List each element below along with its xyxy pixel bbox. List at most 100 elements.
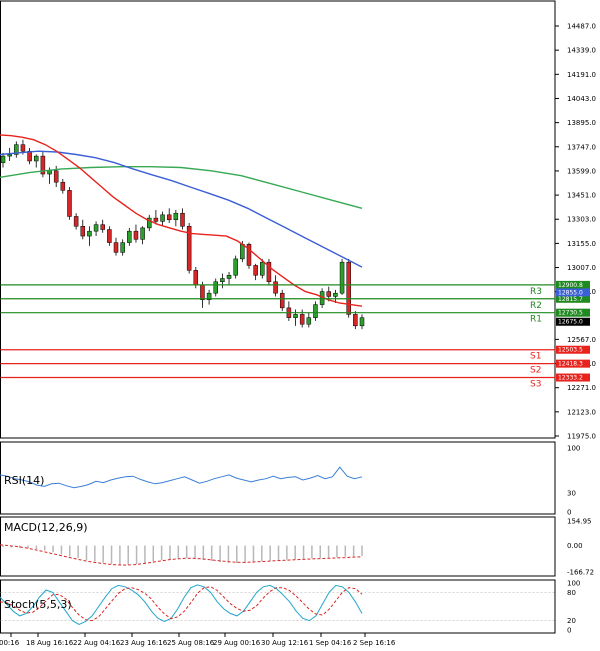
chart-canvas: 14487.0 14339.0 14191.0 14043.0 13895.0 13747… [0, 0, 596, 647]
price-tick-label: 12567.0 [567, 336, 596, 344]
resistance-level-label: R3 [530, 287, 542, 297]
time-tick-label: 23 Aug 16:16 [120, 639, 168, 647]
bullish-candle [220, 278, 225, 283]
rsi-panel: 100 30 0 RSI(14) [0, 441, 580, 517]
bearish-candle [67, 190, 72, 217]
bullish-candle [7, 154, 12, 157]
price-tick-label: 14339.0 [567, 47, 596, 55]
bullish-candle [306, 317, 312, 325]
price-tick-label: 13451.0 [567, 192, 596, 200]
price-tick-label: 13303.0 [567, 216, 596, 224]
bullish-candle [160, 214, 165, 222]
macd-panel: 154.95 0.00 -166.72 MACD(12,26,9) [0, 516, 594, 577]
price-tick-label: 14487.0 [567, 23, 596, 31]
bearish-candle [107, 229, 112, 243]
moving-average-mid-line [0, 150, 363, 268]
bearish-candle [253, 265, 258, 276]
bullish-candle [140, 227, 145, 240]
bullish-candle [173, 212, 179, 220]
bearish-candle [273, 281, 278, 294]
bearish-candle [53, 170, 59, 183]
current-price-tag-text: 12675.0 [558, 319, 583, 326]
time-tick-label: 1 Sep 04:16 [309, 639, 352, 647]
bullish-candle [47, 170, 52, 175]
bullish-candle [33, 155, 39, 162]
bearish-candle [200, 284, 205, 300]
bullish-candle [0, 155, 6, 163]
rsi-label: RSI(14) [4, 474, 44, 487]
price-tick-label: 13007.0 [567, 264, 596, 272]
resistance-price-tag-text: 12730.5 [558, 310, 583, 317]
price-tick-label: 13599.0 [567, 167, 596, 175]
bearish-candle [279, 292, 285, 309]
bullish-candle [226, 274, 232, 279]
bullish-candle [213, 281, 218, 294]
bullish-candle [260, 261, 265, 276]
price-tick-label: 12123.0 [567, 408, 596, 416]
bearish-candle [193, 270, 199, 286]
stoch-panel-frame [0, 579, 556, 634]
bullish-candle [127, 230, 132, 243]
support-level-label: S3 [530, 380, 541, 390]
macd-label: MACD(12,26,9) [4, 521, 88, 534]
support-price-tag-text: 12503.5 [558, 347, 583, 354]
price-tick-label: 11975.0 [567, 433, 596, 441]
time-tick-label: 25 Aug 08:16 [167, 639, 215, 647]
support-level-label: S2 [530, 366, 541, 376]
bearish-candle [100, 224, 105, 230]
bullish-candle [293, 314, 298, 318]
resistance-level-label: R2 [530, 301, 542, 311]
price-panel: 14487.0 14339.0 14191.0 14043.0 13895.0 13747… [0, 0, 596, 441]
support-level-label: S1 [530, 352, 541, 362]
bearish-candle [353, 314, 358, 327]
bullish-candle [87, 230, 92, 237]
time-tick-label: 30 Aug 12:16 [261, 639, 309, 647]
stoch-tick-label: 80 [567, 589, 576, 597]
stoch-panel: 10080 20 0 Stoch(5,5,3) [0, 579, 580, 635]
bearish-candle [346, 261, 351, 315]
macd-tick-label: 0.00 [567, 542, 583, 550]
bearish-candle [80, 226, 86, 237]
bullish-candle [333, 292, 338, 297]
price-tick-label: 13747.0 [567, 143, 596, 151]
bearish-candle [113, 242, 119, 253]
time-tick-label: 22 Aug 04:16 [73, 639, 121, 647]
support-price-tag-text: 12333.2 [558, 375, 583, 382]
bearish-candle [60, 181, 66, 191]
time-tick-label: 00:16 [0, 639, 20, 647]
support-price-tag-text: 12418.3 [558, 361, 583, 368]
bearish-candle [133, 230, 139, 240]
bearish-candle [326, 291, 332, 297]
price-tick-label: 14191.0 [567, 71, 596, 79]
price-tick-label: 13895.0 [567, 119, 596, 127]
stoch-tick-label: 20 [567, 617, 576, 625]
price-panel-frame [0, 0, 556, 439]
time-tick-label: 18 Aug 16:16 [26, 639, 74, 647]
bearish-candle [180, 212, 185, 227]
bullish-candle [240, 243, 245, 260]
rsi-tick-label: 0 [567, 509, 571, 517]
bullish-candle [339, 261, 345, 294]
bullish-candle [313, 304, 318, 318]
price-tick-label: 12271.0 [567, 384, 596, 392]
current-price-tag-text: 12855.0 [558, 289, 583, 296]
rsi-tick-label: 30 [567, 489, 576, 497]
price-tick-label: 13155.0 [567, 240, 596, 248]
rsi-tick-label: 100 [567, 445, 580, 453]
bullish-candle [120, 242, 125, 253]
bullish-candle [93, 224, 99, 232]
bearish-candle [166, 214, 172, 220]
bullish-candle [233, 258, 238, 276]
stoch-tick-label: 0 [567, 627, 571, 635]
price-tick-label: 14043.0 [567, 95, 596, 103]
macd-tick-label: 154.95 [567, 518, 592, 526]
bearish-candle [20, 144, 26, 152]
stoch-label: Stoch(5,5,3) [4, 598, 72, 611]
time-tick-label: 29 Aug 00:16 [213, 639, 261, 647]
macd-tick-label: -166.72 [567, 569, 594, 577]
stoch-tick-label: 100 [567, 580, 580, 588]
bearish-candle [299, 314, 305, 325]
bullish-candle [359, 317, 365, 327]
bearish-candle [153, 217, 159, 222]
resistance-price-tag-text: 12815.7 [558, 296, 583, 303]
